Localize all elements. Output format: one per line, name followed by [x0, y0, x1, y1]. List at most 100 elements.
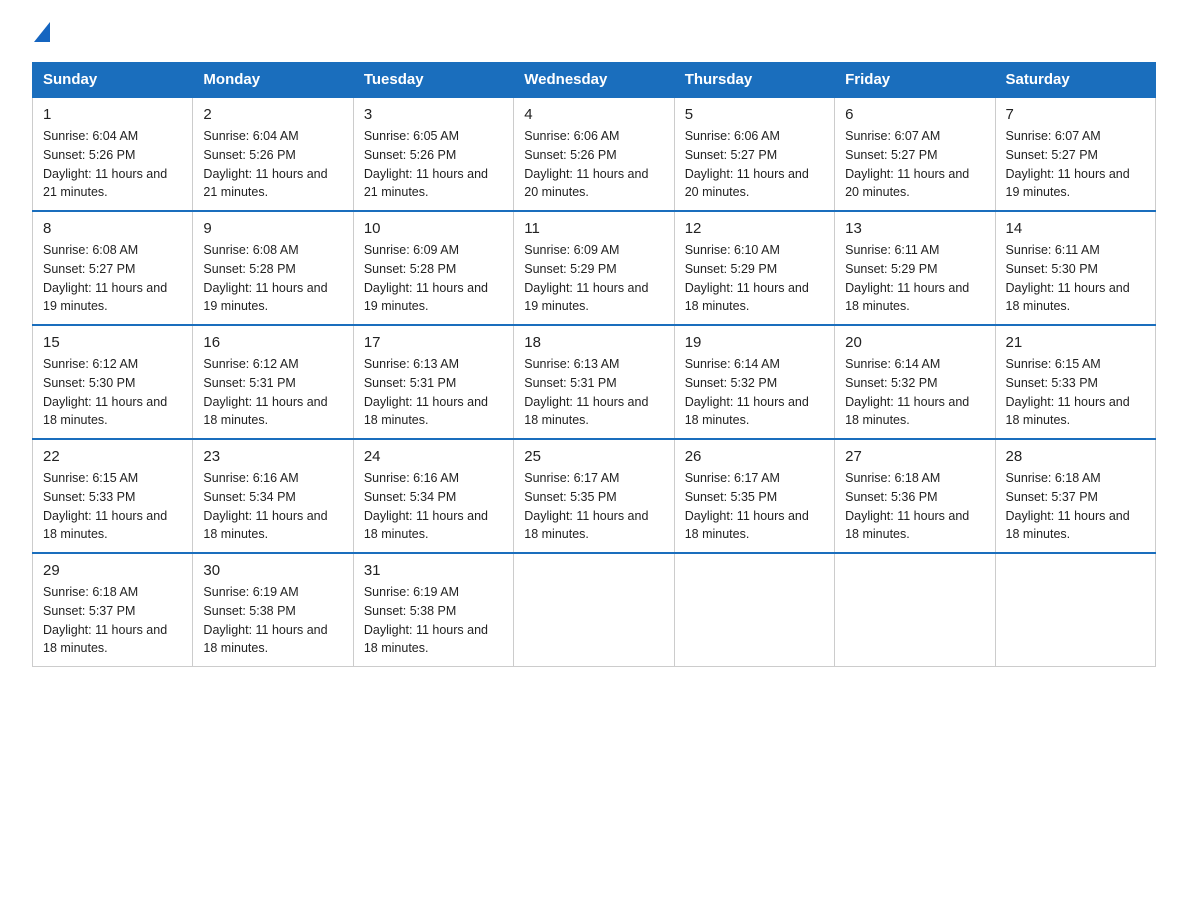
col-tuesday: Tuesday	[353, 63, 513, 98]
header-row: Sunday Monday Tuesday Wednesday Thursday…	[33, 63, 1156, 98]
calendar-table: Sunday Monday Tuesday Wednesday Thursday…	[32, 62, 1156, 667]
day-cell: 24 Sunrise: 6:16 AM Sunset: 5:34 PM Dayl…	[353, 439, 513, 553]
col-friday: Friday	[835, 63, 995, 98]
day-cell	[674, 553, 834, 667]
day-number: 19	[685, 334, 824, 351]
day-cell: 27 Sunrise: 6:18 AM Sunset: 5:36 PM Dayl…	[835, 439, 995, 553]
day-cell: 5 Sunrise: 6:06 AM Sunset: 5:27 PM Dayli…	[674, 97, 834, 211]
day-number: 25	[524, 448, 663, 465]
day-cell: 15 Sunrise: 6:12 AM Sunset: 5:30 PM Dayl…	[33, 325, 193, 439]
day-info: Sunrise: 6:06 AM Sunset: 5:26 PM Dayligh…	[524, 127, 663, 202]
day-cell: 23 Sunrise: 6:16 AM Sunset: 5:34 PM Dayl…	[193, 439, 353, 553]
day-number: 23	[203, 448, 342, 465]
day-cell: 28 Sunrise: 6:18 AM Sunset: 5:37 PM Dayl…	[995, 439, 1155, 553]
day-number: 3	[364, 106, 503, 123]
day-info: Sunrise: 6:04 AM Sunset: 5:26 PM Dayligh…	[203, 127, 342, 202]
day-info: Sunrise: 6:08 AM Sunset: 5:27 PM Dayligh…	[43, 241, 182, 316]
day-info: Sunrise: 6:17 AM Sunset: 5:35 PM Dayligh…	[524, 469, 663, 544]
day-info: Sunrise: 6:09 AM Sunset: 5:29 PM Dayligh…	[524, 241, 663, 316]
day-cell: 3 Sunrise: 6:05 AM Sunset: 5:26 PM Dayli…	[353, 97, 513, 211]
day-number: 6	[845, 106, 984, 123]
logo-triangle-icon	[34, 22, 50, 42]
day-info: Sunrise: 6:15 AM Sunset: 5:33 PM Dayligh…	[1006, 355, 1145, 430]
day-cell: 11 Sunrise: 6:09 AM Sunset: 5:29 PM Dayl…	[514, 211, 674, 325]
day-number: 2	[203, 106, 342, 123]
day-number: 26	[685, 448, 824, 465]
day-info: Sunrise: 6:04 AM Sunset: 5:26 PM Dayligh…	[43, 127, 182, 202]
col-wednesday: Wednesday	[514, 63, 674, 98]
day-number: 15	[43, 334, 182, 351]
day-number: 8	[43, 220, 182, 237]
day-info: Sunrise: 6:19 AM Sunset: 5:38 PM Dayligh…	[364, 583, 503, 658]
day-info: Sunrise: 6:12 AM Sunset: 5:31 PM Dayligh…	[203, 355, 342, 430]
day-info: Sunrise: 6:15 AM Sunset: 5:33 PM Dayligh…	[43, 469, 182, 544]
day-info: Sunrise: 6:09 AM Sunset: 5:28 PM Dayligh…	[364, 241, 503, 316]
day-info: Sunrise: 6:16 AM Sunset: 5:34 PM Dayligh…	[203, 469, 342, 544]
day-number: 17	[364, 334, 503, 351]
day-info: Sunrise: 6:07 AM Sunset: 5:27 PM Dayligh…	[845, 127, 984, 202]
day-number: 20	[845, 334, 984, 351]
day-number: 28	[1006, 448, 1145, 465]
day-cell	[514, 553, 674, 667]
day-cell: 17 Sunrise: 6:13 AM Sunset: 5:31 PM Dayl…	[353, 325, 513, 439]
col-saturday: Saturday	[995, 63, 1155, 98]
day-number: 7	[1006, 106, 1145, 123]
week-row-3: 15 Sunrise: 6:12 AM Sunset: 5:30 PM Dayl…	[33, 325, 1156, 439]
day-cell: 1 Sunrise: 6:04 AM Sunset: 5:26 PM Dayli…	[33, 97, 193, 211]
week-row-2: 8 Sunrise: 6:08 AM Sunset: 5:27 PM Dayli…	[33, 211, 1156, 325]
day-number: 24	[364, 448, 503, 465]
day-info: Sunrise: 6:05 AM Sunset: 5:26 PM Dayligh…	[364, 127, 503, 202]
day-info: Sunrise: 6:06 AM Sunset: 5:27 PM Dayligh…	[685, 127, 824, 202]
day-info: Sunrise: 6:14 AM Sunset: 5:32 PM Dayligh…	[685, 355, 824, 430]
day-info: Sunrise: 6:16 AM Sunset: 5:34 PM Dayligh…	[364, 469, 503, 544]
day-info: Sunrise: 6:14 AM Sunset: 5:32 PM Dayligh…	[845, 355, 984, 430]
day-cell: 21 Sunrise: 6:15 AM Sunset: 5:33 PM Dayl…	[995, 325, 1155, 439]
day-number: 4	[524, 106, 663, 123]
header	[32, 24, 1156, 44]
day-number: 14	[1006, 220, 1145, 237]
day-number: 13	[845, 220, 984, 237]
day-info: Sunrise: 6:08 AM Sunset: 5:28 PM Dayligh…	[203, 241, 342, 316]
day-cell: 25 Sunrise: 6:17 AM Sunset: 5:35 PM Dayl…	[514, 439, 674, 553]
week-row-4: 22 Sunrise: 6:15 AM Sunset: 5:33 PM Dayl…	[33, 439, 1156, 553]
day-cell: 26 Sunrise: 6:17 AM Sunset: 5:35 PM Dayl…	[674, 439, 834, 553]
day-info: Sunrise: 6:17 AM Sunset: 5:35 PM Dayligh…	[685, 469, 824, 544]
day-cell: 9 Sunrise: 6:08 AM Sunset: 5:28 PM Dayli…	[193, 211, 353, 325]
logo	[32, 24, 52, 44]
day-info: Sunrise: 6:18 AM Sunset: 5:36 PM Dayligh…	[845, 469, 984, 544]
day-info: Sunrise: 6:11 AM Sunset: 5:30 PM Dayligh…	[1006, 241, 1145, 316]
logo-area	[32, 24, 52, 44]
day-number: 18	[524, 334, 663, 351]
day-info: Sunrise: 6:12 AM Sunset: 5:30 PM Dayligh…	[43, 355, 182, 430]
day-cell: 12 Sunrise: 6:10 AM Sunset: 5:29 PM Dayl…	[674, 211, 834, 325]
day-number: 1	[43, 106, 182, 123]
day-cell: 18 Sunrise: 6:13 AM Sunset: 5:31 PM Dayl…	[514, 325, 674, 439]
day-number: 12	[685, 220, 824, 237]
col-sunday: Sunday	[33, 63, 193, 98]
day-number: 9	[203, 220, 342, 237]
day-info: Sunrise: 6:13 AM Sunset: 5:31 PM Dayligh…	[364, 355, 503, 430]
day-number: 27	[845, 448, 984, 465]
day-number: 11	[524, 220, 663, 237]
day-number: 5	[685, 106, 824, 123]
day-cell	[835, 553, 995, 667]
col-thursday: Thursday	[674, 63, 834, 98]
day-cell: 10 Sunrise: 6:09 AM Sunset: 5:28 PM Dayl…	[353, 211, 513, 325]
day-cell: 4 Sunrise: 6:06 AM Sunset: 5:26 PM Dayli…	[514, 97, 674, 211]
day-number: 16	[203, 334, 342, 351]
day-info: Sunrise: 6:19 AM Sunset: 5:38 PM Dayligh…	[203, 583, 342, 658]
day-cell: 13 Sunrise: 6:11 AM Sunset: 5:29 PM Dayl…	[835, 211, 995, 325]
day-cell: 31 Sunrise: 6:19 AM Sunset: 5:38 PM Dayl…	[353, 553, 513, 667]
day-number: 31	[364, 562, 503, 579]
week-row-1: 1 Sunrise: 6:04 AM Sunset: 5:26 PM Dayli…	[33, 97, 1156, 211]
day-cell	[995, 553, 1155, 667]
day-cell: 2 Sunrise: 6:04 AM Sunset: 5:26 PM Dayli…	[193, 97, 353, 211]
day-info: Sunrise: 6:13 AM Sunset: 5:31 PM Dayligh…	[524, 355, 663, 430]
week-row-5: 29 Sunrise: 6:18 AM Sunset: 5:37 PM Dayl…	[33, 553, 1156, 667]
day-info: Sunrise: 6:10 AM Sunset: 5:29 PM Dayligh…	[685, 241, 824, 316]
day-cell: 14 Sunrise: 6:11 AM Sunset: 5:30 PM Dayl…	[995, 211, 1155, 325]
day-cell: 30 Sunrise: 6:19 AM Sunset: 5:38 PM Dayl…	[193, 553, 353, 667]
day-cell: 6 Sunrise: 6:07 AM Sunset: 5:27 PM Dayli…	[835, 97, 995, 211]
day-number: 21	[1006, 334, 1145, 351]
day-number: 22	[43, 448, 182, 465]
